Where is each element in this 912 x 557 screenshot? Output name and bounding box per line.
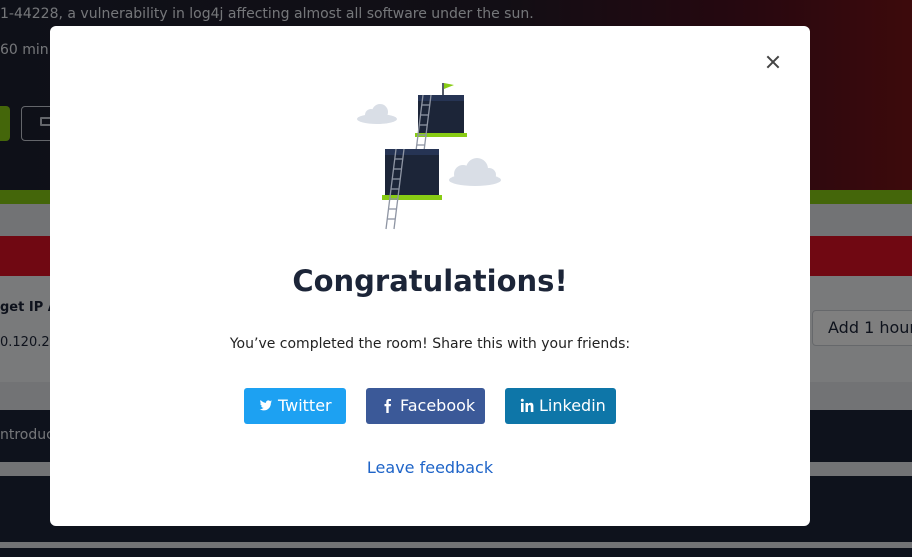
twitter-label: Twitter	[278, 396, 332, 415]
cloud-icon	[449, 158, 501, 186]
share-buttons: Twitter Facebook Linkedin	[244, 388, 624, 424]
congratulations-modal: Congratulations! You’ve completed the ro…	[50, 26, 810, 526]
facebook-share-button[interactable]: Facebook	[366, 388, 485, 424]
modal-title: Congratulations!	[292, 264, 568, 298]
leave-feedback-link[interactable]: Leave feedback	[50, 458, 810, 477]
linkedin-label: Linkedin	[539, 396, 606, 415]
linkedin-icon	[520, 388, 534, 438]
flag-icon	[442, 83, 454, 95]
facebook-label: Facebook	[400, 396, 476, 415]
close-icon[interactable]	[762, 52, 784, 74]
twitter-icon	[259, 388, 273, 438]
ladder-cubes-illustration	[357, 83, 501, 230]
cloud-icon	[357, 104, 397, 124]
facebook-icon	[383, 388, 392, 438]
modal-subtitle: You’ve completed the room! Share this wi…	[229, 336, 631, 352]
linkedin-share-button[interactable]: Linkedin	[505, 388, 616, 424]
twitter-share-button[interactable]: Twitter	[244, 388, 346, 424]
